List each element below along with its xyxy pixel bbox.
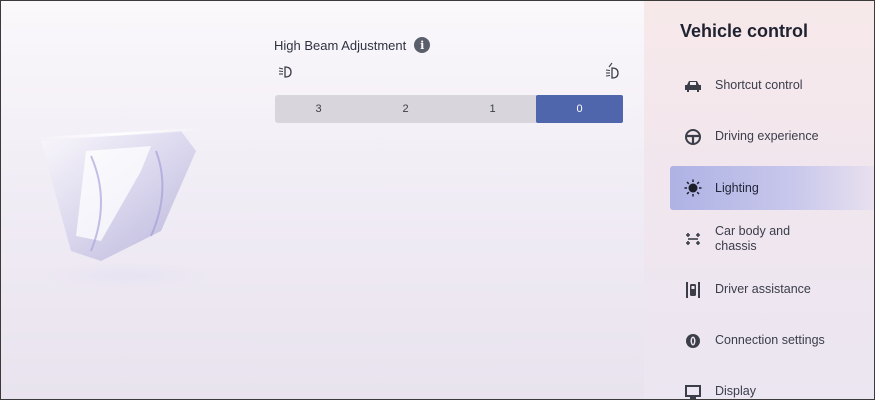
level-option-2[interactable]: 2 xyxy=(362,95,449,123)
menu-label: Car body and chassis xyxy=(715,223,791,253)
info-icon[interactable]: i xyxy=(414,37,431,53)
sidebar-title: Vehicle control xyxy=(680,21,809,41)
headlight-high-icon xyxy=(605,62,619,79)
menu-label: Shortcut control xyxy=(715,78,803,92)
menu-item-display[interactable]: Display xyxy=(670,366,874,400)
display-icon xyxy=(684,383,702,400)
car-icon xyxy=(684,77,702,95)
high-beam-header: High Beam Adjustment i xyxy=(274,37,431,53)
steering-wheel-icon xyxy=(684,128,702,146)
menu-item-connection-settings[interactable]: Connection settings xyxy=(670,315,874,366)
high-beam-level-selector: 3 2 1 0 xyxy=(275,95,623,123)
menu-label: Connection settings xyxy=(715,333,825,347)
menu-label: Driving experience xyxy=(715,129,819,143)
chassis-icon xyxy=(684,230,702,248)
menu-item-driving-experience[interactable]: Driving experience xyxy=(670,111,874,162)
menu-item-shortcut-control[interactable]: Shortcut control xyxy=(670,60,874,111)
light-bulb-icon xyxy=(684,179,702,197)
menu-item-lighting[interactable]: Lighting xyxy=(670,166,874,210)
level-option-1[interactable]: 1 xyxy=(449,95,536,123)
level-option-0[interactable]: 0 xyxy=(536,95,623,123)
vehicle-control-menu: Shortcut control Driving experience Ligh… xyxy=(670,60,874,400)
headlight-artwork xyxy=(31,127,211,290)
headlight-low-icon xyxy=(278,66,292,78)
menu-label: Display xyxy=(715,384,756,398)
menu-item-driver-assistance[interactable]: Driver assistance xyxy=(670,264,874,315)
driver-assist-icon xyxy=(684,281,702,299)
menu-label: Lighting xyxy=(715,180,759,195)
menu-item-car-body-chassis[interactable]: Car body and chassis xyxy=(670,213,874,264)
menu-label: Driver assistance xyxy=(715,282,811,296)
level-option-3[interactable]: 3 xyxy=(275,95,362,123)
vehicle-control-screen: High Beam Adjustment i 3 2 1 0 Vehicle c… xyxy=(0,0,875,400)
high-beam-title: High Beam Adjustment xyxy=(274,37,407,53)
connection-icon xyxy=(684,332,702,350)
